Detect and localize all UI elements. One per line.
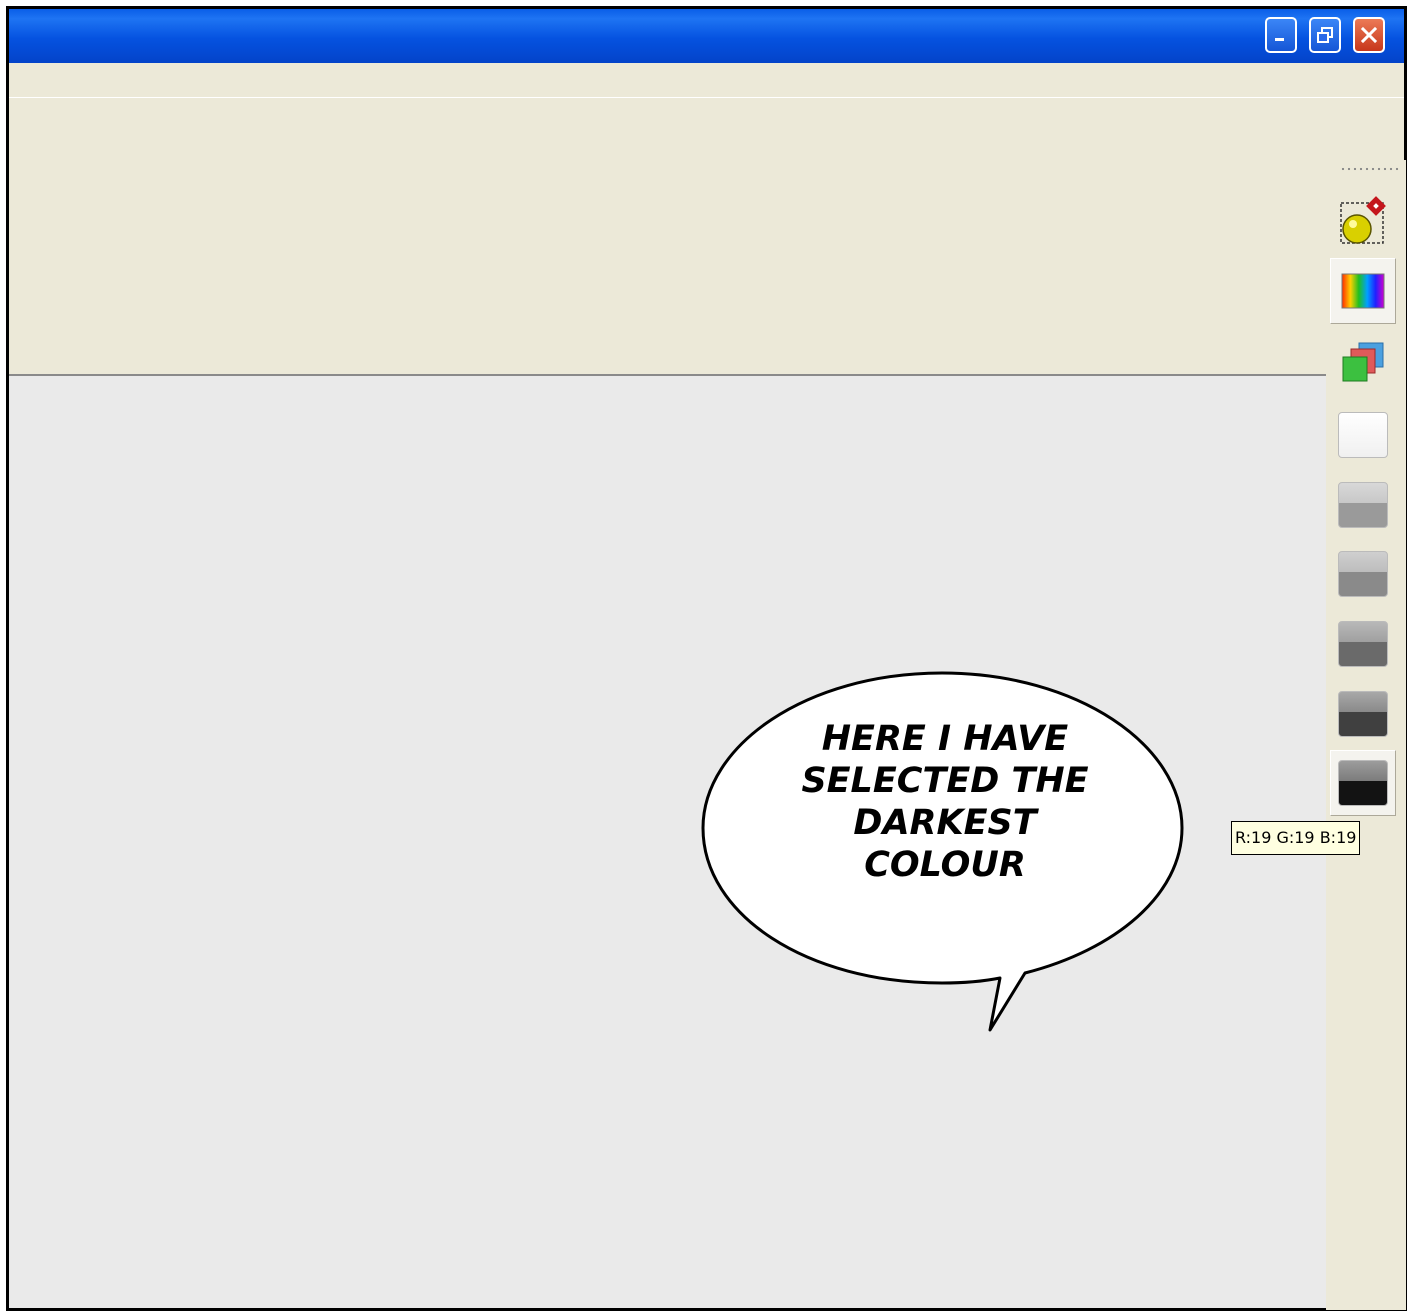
swatch-6-button[interactable] xyxy=(1330,750,1396,816)
color-spectrum-tool-button[interactable] xyxy=(1330,258,1396,324)
swatch-3 xyxy=(1338,551,1388,597)
swatch-5 xyxy=(1338,691,1388,737)
swatch-3-button[interactable] xyxy=(1330,541,1396,607)
stacked-squares-icon xyxy=(1342,342,1384,382)
restore-button[interactable] xyxy=(1309,17,1341,53)
layers-tool-button[interactable] xyxy=(1330,328,1396,394)
swatch-1-button[interactable] xyxy=(1330,402,1396,468)
swatch-2 xyxy=(1338,482,1388,528)
restore-icon xyxy=(1317,27,1333,43)
speech-bubble-text: Here I have selected the darkest colour xyxy=(801,719,1089,885)
rainbow-spectrum-icon xyxy=(1341,273,1385,309)
swatch-5-button[interactable] xyxy=(1330,681,1396,747)
swatch-6 xyxy=(1338,760,1388,806)
toolbar-area xyxy=(9,98,1404,376)
toolbar-grip[interactable] xyxy=(1340,167,1400,171)
minimize-icon xyxy=(1275,38,1284,41)
swatch-2-button[interactable] xyxy=(1330,472,1396,538)
color-picker-tool-button[interactable] xyxy=(1330,188,1396,254)
color-value-tooltip: R:19 G:19 B:19 xyxy=(1231,821,1361,855)
close-icon xyxy=(1360,26,1378,44)
swatch-4-button[interactable] xyxy=(1330,611,1396,677)
title-bar[interactable] xyxy=(9,9,1404,63)
application-window xyxy=(6,6,1407,1311)
eyedropper-sphere-icon xyxy=(1340,196,1386,244)
minimize-button[interactable] xyxy=(1265,17,1297,53)
swatch-4 xyxy=(1338,621,1388,667)
close-button[interactable] xyxy=(1353,17,1385,53)
swatch-1 xyxy=(1338,412,1388,458)
menu-bar xyxy=(9,63,1404,98)
